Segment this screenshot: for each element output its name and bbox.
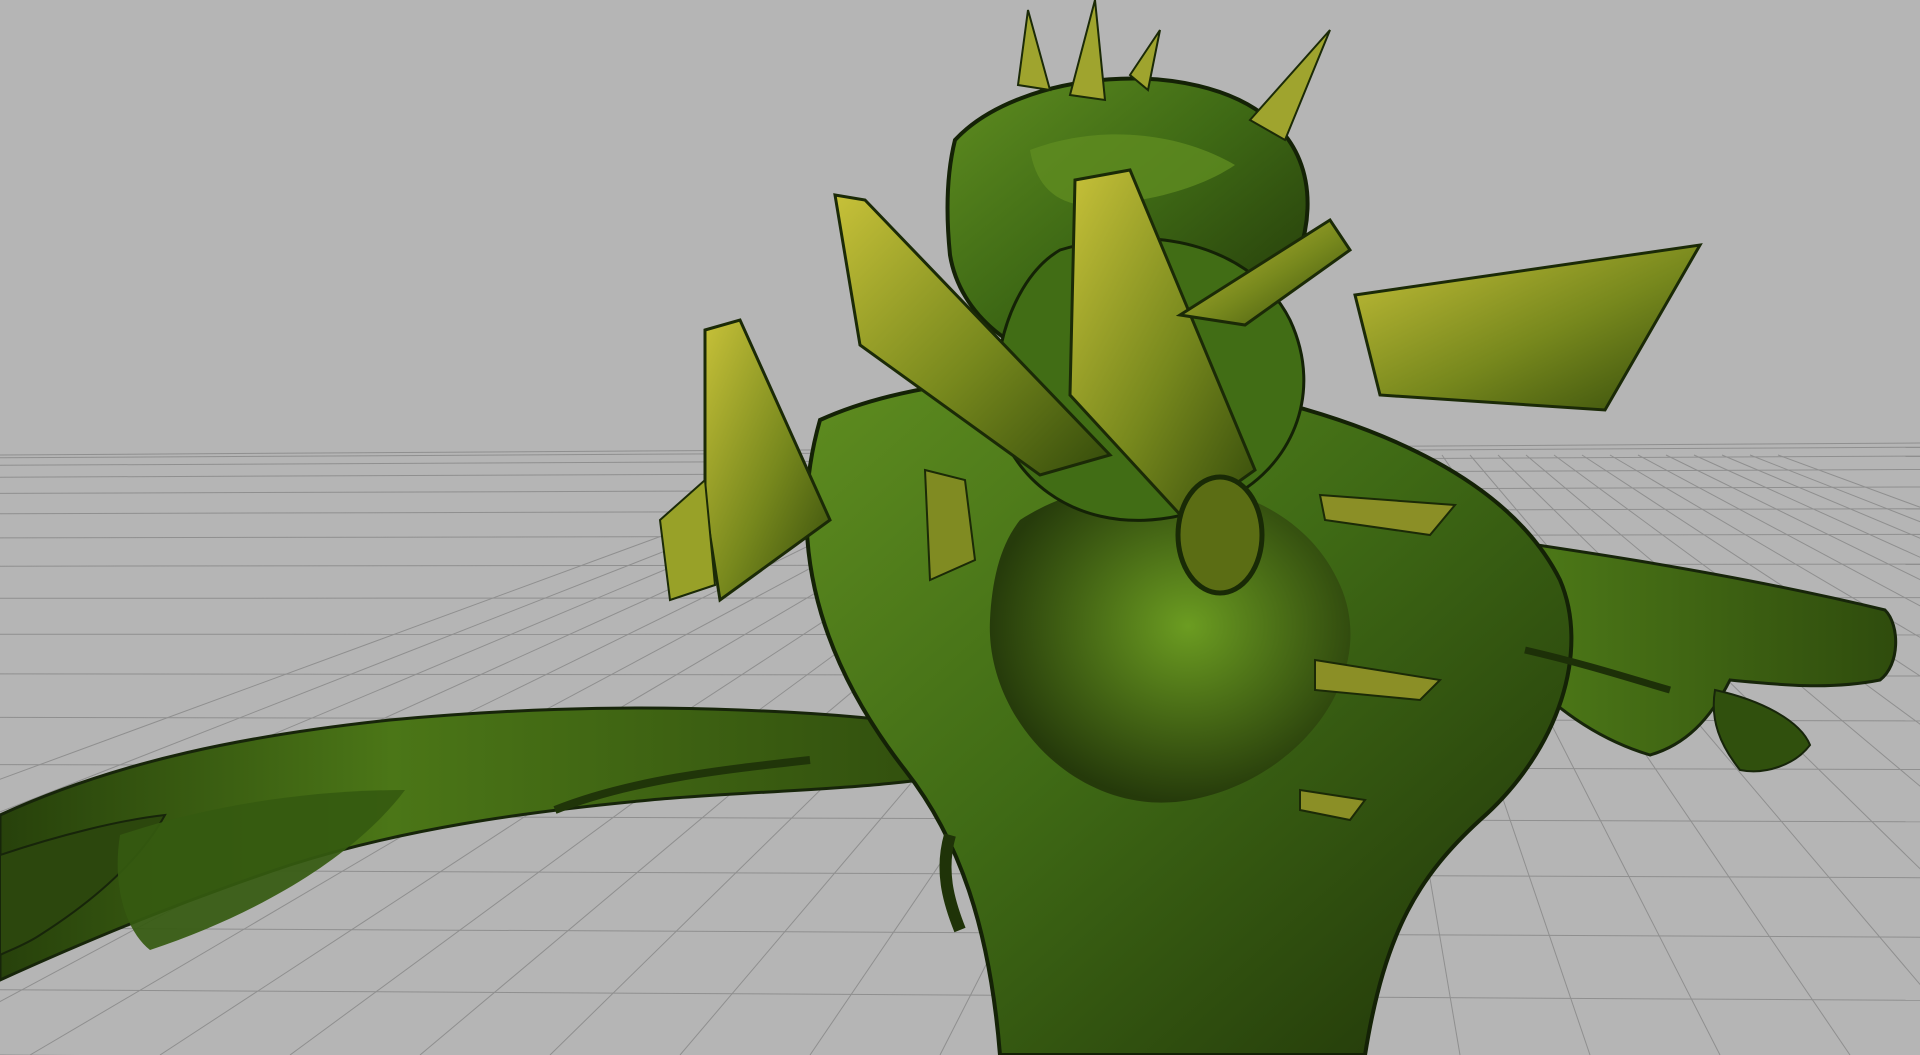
viewport-canvas[interactable] <box>0 0 1920 1055</box>
chest-hole <box>1175 474 1265 596</box>
3d-viewport[interactable] <box>0 0 1920 1055</box>
